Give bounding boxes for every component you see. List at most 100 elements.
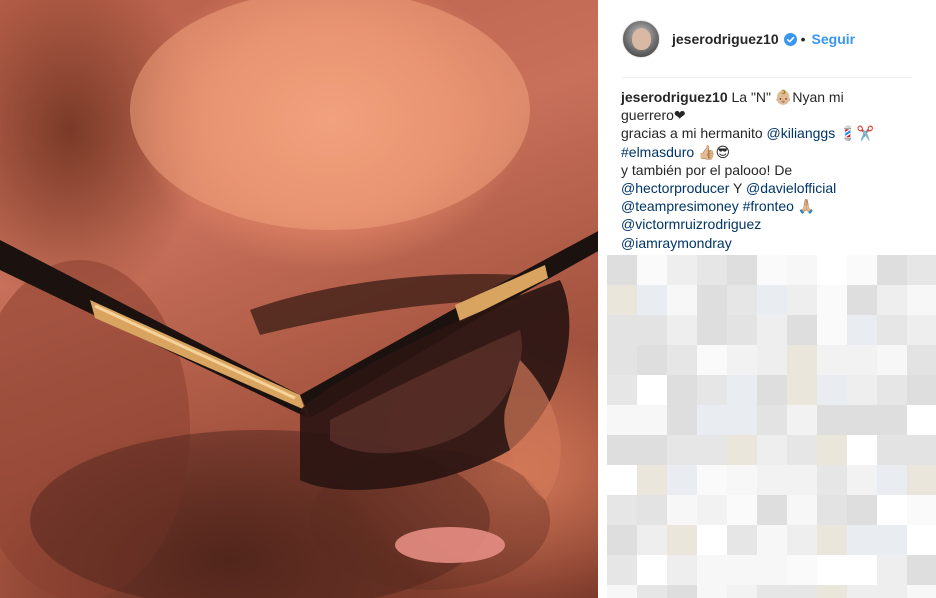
header-separator: • (800, 31, 806, 47)
blur-cell (907, 255, 936, 285)
blur-cell (847, 285, 877, 315)
blur-cell (607, 405, 637, 435)
blur-cell (697, 375, 727, 405)
blurred-comments (607, 255, 936, 598)
blur-cell (607, 375, 637, 405)
blur-cell (787, 585, 817, 598)
mention-link[interactable]: @kilianggs (767, 125, 836, 141)
blur-cell (817, 585, 847, 598)
blur-cell (817, 435, 847, 465)
blur-cell (877, 585, 907, 598)
blur-cell (907, 405, 936, 435)
blur-cell (607, 285, 637, 315)
blur-cell (637, 315, 667, 345)
caption-username[interactable]: jeserodriguez10 (621, 89, 732, 105)
blur-cell (817, 405, 847, 435)
caption-line: @victormruizrodriguez (621, 215, 921, 233)
blur-cell (757, 375, 787, 405)
follow-button[interactable]: Seguir (812, 31, 856, 47)
caption-text: La "N" 👶🏼Nyan mi (731, 89, 844, 105)
blur-cell (697, 255, 727, 285)
blur-cell (667, 495, 697, 525)
hashtag-link[interactable]: #elmasduro (621, 144, 694, 160)
caption-text: guerrero❤ (621, 107, 686, 124)
blur-cell (877, 525, 907, 555)
blur-cell (817, 255, 847, 285)
caption-text: y también por el palooo! De (621, 161, 793, 178)
blur-cell (667, 255, 697, 285)
mention-link[interactable]: @teampresimoney (621, 198, 739, 214)
blur-cell (607, 435, 637, 465)
blur-cell (637, 285, 667, 315)
blur-cell (907, 585, 936, 598)
blur-cell (847, 435, 877, 465)
blur-cell (727, 495, 757, 525)
blur-cell (637, 345, 667, 375)
mention-link[interactable]: @davielofficial (746, 180, 836, 196)
blur-cell (877, 315, 907, 345)
blur-cell (667, 585, 697, 598)
blur-cell (847, 345, 877, 375)
blur-cell (907, 465, 936, 495)
blur-cell (907, 555, 936, 585)
avatar[interactable] (622, 20, 660, 58)
blur-cell (847, 255, 877, 285)
blur-cell (637, 375, 667, 405)
blur-cell (727, 555, 757, 585)
blur-cell (697, 585, 727, 598)
blur-cell (697, 465, 727, 495)
blur-cell (787, 555, 817, 585)
blur-cell (817, 315, 847, 345)
post-username[interactable]: jeserodriguez10 (672, 31, 779, 47)
blur-cell (757, 345, 787, 375)
blur-cell (817, 375, 847, 405)
hashtag-link[interactable]: #fronteo (743, 198, 794, 214)
blur-cell (697, 285, 727, 315)
blur-cell (727, 435, 757, 465)
blur-cell (667, 375, 697, 405)
blur-cell (787, 495, 817, 525)
blur-cell (637, 255, 667, 285)
blur-cell (607, 525, 637, 555)
blur-cell (877, 555, 907, 585)
blur-cell (817, 345, 847, 375)
blur-cell (817, 465, 847, 495)
blur-cell (787, 315, 817, 345)
blur-cell (727, 285, 757, 315)
blur-cell (817, 525, 847, 555)
blur-cell (607, 315, 637, 345)
caption-text: 👍🏼😎 (694, 143, 731, 160)
blur-cell (877, 345, 907, 375)
mention-link[interactable]: @victormruizrodriguez (621, 216, 761, 232)
blur-cell (757, 585, 787, 598)
verified-badge-icon (783, 32, 797, 46)
blur-cell (847, 585, 877, 598)
blur-cell (787, 465, 817, 495)
post-image[interactable] (0, 0, 598, 598)
blur-cell (787, 255, 817, 285)
blur-cell (877, 495, 907, 525)
blur-cell (607, 585, 637, 598)
blur-cell (667, 405, 697, 435)
blur-cell (757, 285, 787, 315)
blur-cell (727, 525, 757, 555)
caption-line: @hectorproducer Y @davielofficial (621, 179, 921, 197)
mention-link[interactable]: @hectorproducer (621, 180, 729, 196)
blur-cell (877, 405, 907, 435)
blur-cell (637, 405, 667, 435)
blur-cell (607, 495, 637, 525)
blur-cell (847, 315, 877, 345)
caption-line: y también por el palooo! De (621, 161, 921, 179)
blur-cell (637, 435, 667, 465)
header-divider (622, 77, 912, 78)
blur-cell (847, 465, 877, 495)
blur-cell (817, 285, 847, 315)
caption-line: gracias a mi hermanito @kilianggs 💈✂️ (621, 124, 921, 142)
blur-cell (877, 375, 907, 405)
blur-cell (697, 345, 727, 375)
blur-cell (697, 315, 727, 345)
blur-cell (787, 345, 817, 375)
blur-cell (787, 435, 817, 465)
blur-cell (667, 555, 697, 585)
mention-link[interactable]: @iamraymondray (621, 235, 732, 251)
